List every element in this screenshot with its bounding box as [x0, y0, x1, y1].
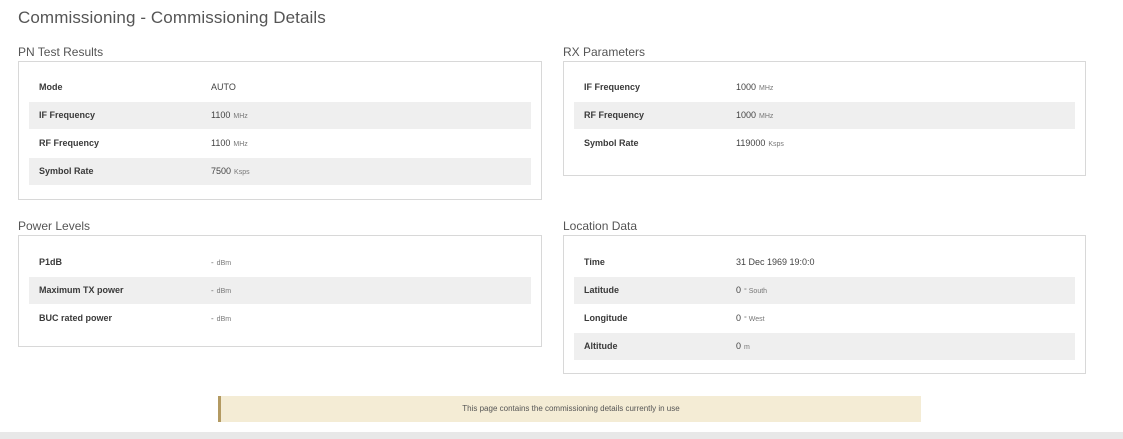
rx-symbol-rate-label: Symbol Rate	[584, 138, 639, 148]
pn-row-mode: Mode AUTO	[29, 74, 531, 101]
pn-row-rf-frequency: RF Frequency 1100 MHz	[29, 130, 531, 157]
info-notice: This page contains the commissioning det…	[218, 396, 921, 422]
power-row-p1db: P1dB - dBm	[29, 249, 531, 276]
rx-if-frequency-label: IF Frequency	[584, 82, 641, 92]
pn-mode-value: AUTO	[211, 82, 236, 92]
power-buc-rated-value: - dBm	[211, 314, 232, 323]
power-max-tx-value: - dBm	[211, 286, 232, 295]
location-altitude-label: Altitude	[584, 341, 618, 351]
location-data-title: Location Data	[563, 219, 638, 233]
page-title: Commissioning - Commissioning Details	[18, 8, 326, 27]
rx-row-symbol-rate: Symbol Rate 119000 Ksps	[574, 130, 1075, 157]
power-levels-title: Power Levels	[18, 219, 91, 233]
location-data-panel: Time 31 Dec 1969 19:0:0 Latitude 0 ° Sout…	[563, 235, 1086, 374]
pn-symbol-rate-value: 7500 Ksps	[211, 166, 250, 176]
location-latitude-label: Latitude	[584, 285, 619, 295]
location-time-label: Time	[584, 257, 605, 267]
location-time-value: 31 Dec 1969 19:0:0	[736, 257, 815, 267]
location-latitude-value: 0 ° South	[736, 285, 768, 295]
pn-mode-label: Mode	[39, 82, 63, 92]
power-max-tx-label: Maximum TX power	[39, 285, 124, 295]
power-p1db-label: P1dB	[39, 257, 63, 267]
pn-symbol-rate-label: Symbol Rate	[39, 166, 94, 176]
rx-parameters-panel: IF Frequency 1000 MHz RF Frequency 1000 MH…	[563, 61, 1086, 176]
pn-test-results-panel: Mode AUTO IF Frequency 1100 MHz RF Freque…	[18, 61, 542, 200]
rx-rf-frequency-value: 1000 MHz	[736, 110, 774, 120]
location-row-time: Time 31 Dec 1969 19:0:0	[574, 249, 1075, 276]
location-longitude-value: 0 ° West	[736, 313, 765, 323]
location-row-latitude: Latitude 0 ° South	[574, 277, 1075, 304]
pn-test-results-title: PN Test Results	[18, 45, 104, 59]
pn-rf-frequency-label: RF Frequency	[39, 138, 100, 148]
location-longitude-label: Longitude	[584, 313, 628, 323]
power-p1db-value: - dBm	[211, 258, 232, 267]
footer-bar	[0, 432, 1123, 439]
location-altitude-value: 0m	[736, 341, 750, 351]
pn-row-symbol-rate: Symbol Rate 7500 Ksps	[29, 158, 531, 185]
location-row-longitude: Longitude 0 ° West	[574, 305, 1075, 332]
power-levels-panel: P1dB - dBm Maximum TX power - dBm BUC rate…	[18, 235, 542, 347]
location-row-altitude: Altitude 0m	[574, 333, 1075, 360]
pn-if-frequency-label: IF Frequency	[39, 110, 96, 120]
rx-if-frequency-value: 1000 MHz	[736, 82, 774, 92]
power-row-max-tx: Maximum TX power - dBm	[29, 277, 531, 304]
rx-parameters-title: RX Parameters	[563, 45, 646, 59]
rx-rf-frequency-label: RF Frequency	[584, 110, 645, 120]
rx-symbol-rate-value: 119000 Ksps	[736, 138, 784, 148]
rx-row-rf-frequency: RF Frequency 1000 MHz	[574, 102, 1075, 129]
power-row-buc-rated: BUC rated power - dBm	[29, 305, 531, 332]
rx-row-if-frequency: IF Frequency 1000 MHz	[574, 74, 1075, 101]
pn-row-if-frequency: IF Frequency 1100 MHz	[29, 102, 531, 129]
pn-rf-frequency-value: 1100 MHz	[211, 138, 248, 148]
power-buc-rated-label: BUC rated power	[39, 313, 113, 323]
pn-if-frequency-value: 1100 MHz	[211, 110, 248, 120]
